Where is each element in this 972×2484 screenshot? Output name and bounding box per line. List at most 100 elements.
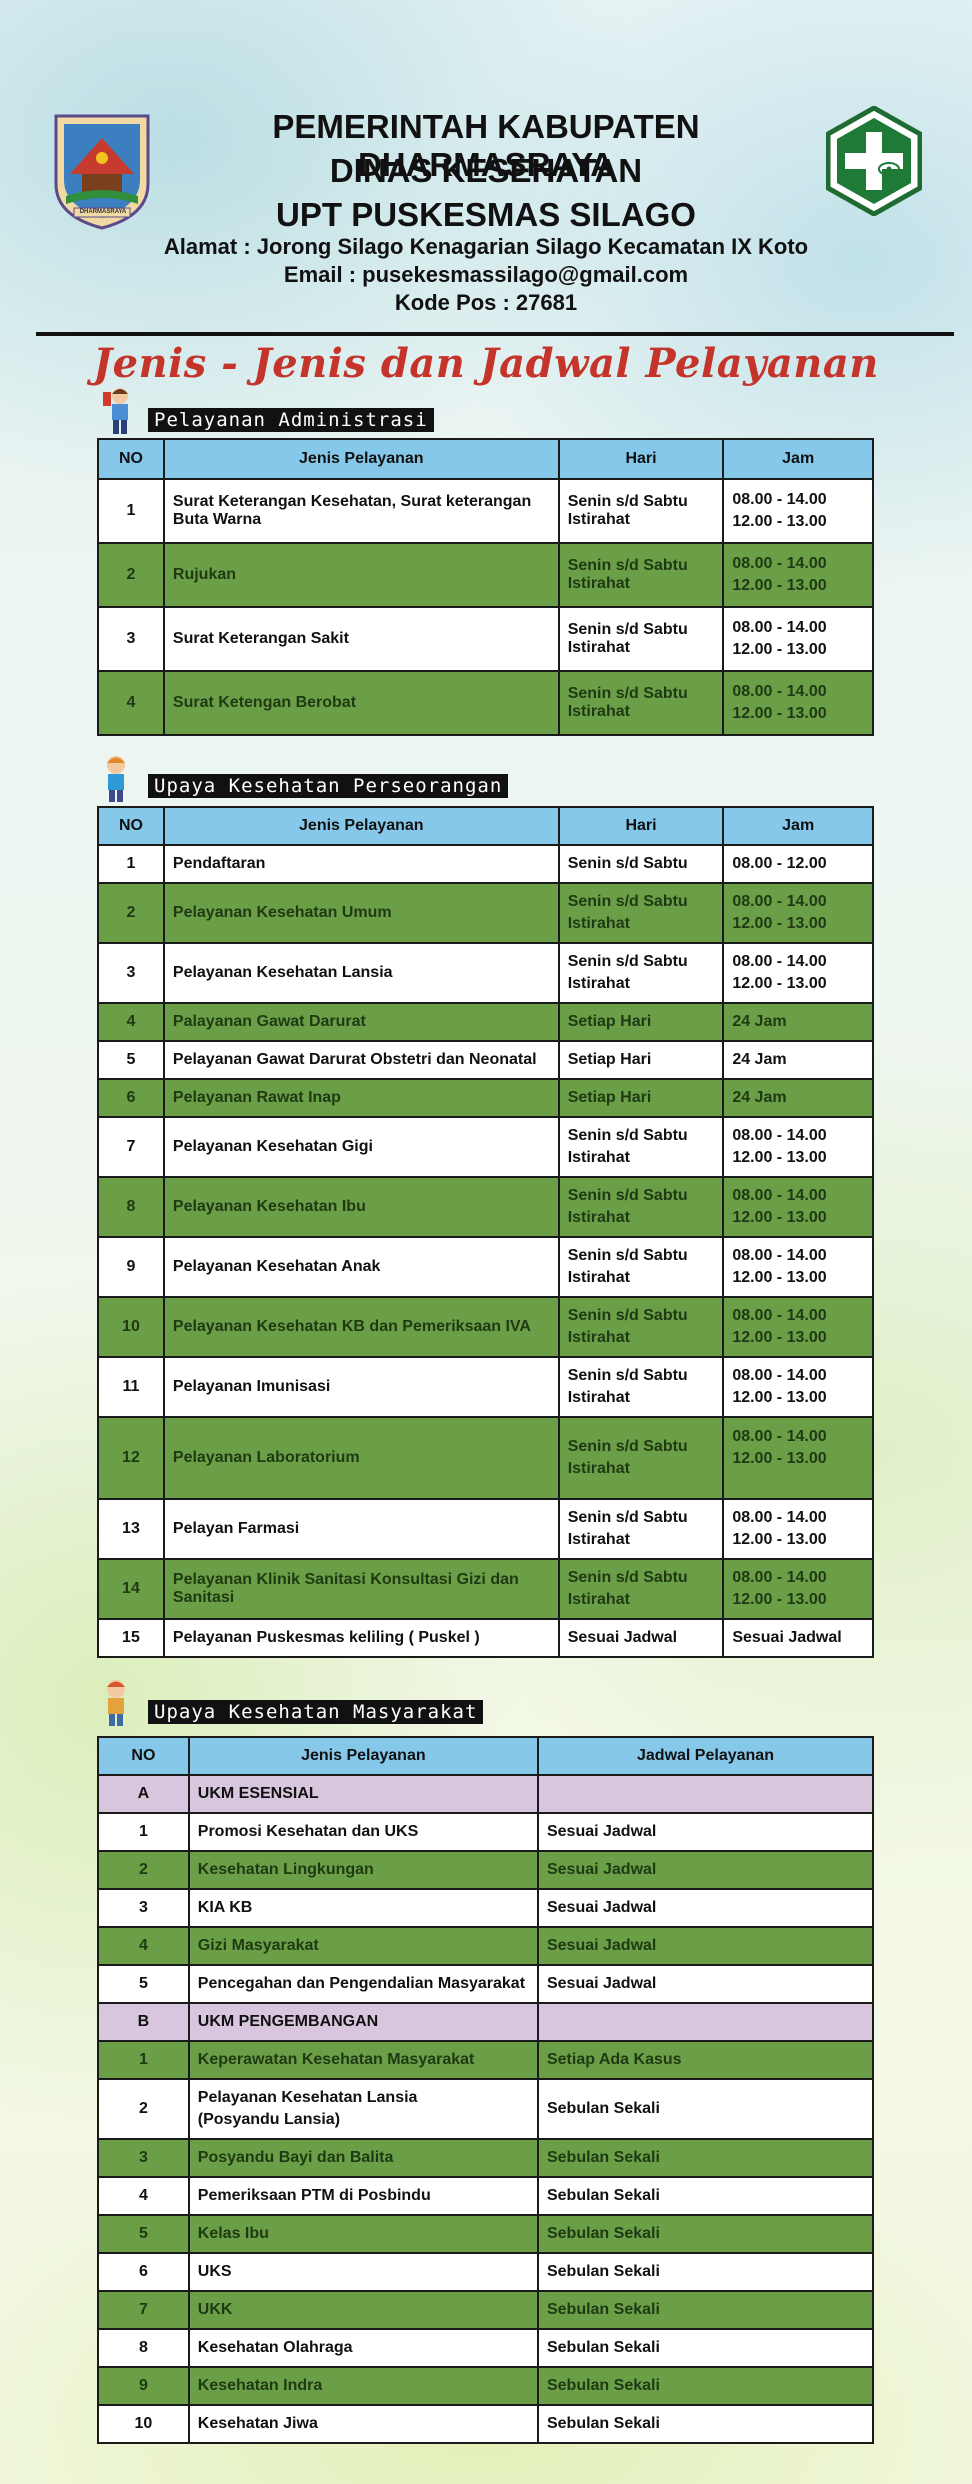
jam-break: 12.00 - 13.00	[732, 705, 827, 722]
row-jenis: Pelayanan Imunisasi	[162, 1356, 560, 1418]
hari-days: Setiap Hari	[567, 1089, 652, 1106]
hari-days: Senin s/d Sabtu	[567, 1247, 688, 1264]
jam-open: 08.00 - 14.00	[732, 1428, 827, 1445]
row-no: 5	[97, 1964, 190, 2004]
row-no: 9	[97, 2366, 190, 2406]
row-jenis: Surat Keterangan Kesehatan, Surat ketera…	[162, 478, 560, 544]
hari-break: Istirahat	[567, 975, 630, 992]
jam-break: 12.00 - 13.00	[732, 641, 827, 658]
table-row: 10 Kesehatan Jiwa Sebulan Sekali	[97, 2404, 875, 2444]
logo-text: DHARMASRAYA	[79, 209, 127, 215]
jam-break: 12.00 - 13.00	[732, 1329, 827, 1346]
row-no: 13	[97, 1498, 165, 1560]
hari-days: Setiap Hari	[567, 1051, 652, 1068]
table-administrasi: NO Jenis Pelayanan Hari Jam 1 Surat Kete…	[97, 438, 874, 736]
hari-break: Istirahat	[567, 1531, 630, 1548]
jam-open: 08.00 - 14.00	[732, 1127, 827, 1144]
jam-open: 08.00 - 14.00	[732, 491, 827, 508]
jam-break: 12.00 - 13.00	[732, 915, 827, 932]
row-jenis: Pelayanan Kesehatan KB dan Pemeriksaan I…	[162, 1296, 560, 1358]
table-row: 3 Pelayanan Kesehatan Lansia Senin s/d S…	[97, 942, 874, 1004]
row-jam: Sesuai Jadwal	[722, 1618, 874, 1658]
table-row: 10 Pelayanan Kesehatan KB dan Pemeriksaa…	[97, 1296, 874, 1358]
row-jenis: Kesehatan Lingkungan	[187, 1850, 539, 1890]
row-no: B	[97, 2002, 190, 2042]
row-jenis: Palayanan Gawat Darurat	[162, 1002, 560, 1042]
hari-days: Setiap Hari	[567, 1013, 652, 1030]
col-header-jadwal: Jadwal Pelayanan	[536, 1736, 875, 1776]
row-hari: Setiap Hari	[557, 1078, 725, 1118]
row-jenis: Pencegahan dan Pengendalian Masyarakat	[187, 1964, 539, 2004]
jam-break: 12.00 - 13.00	[732, 1269, 827, 1286]
col-header-no: NO	[97, 438, 165, 480]
table-row: 4 Pemeriksaan PTM di Posbindu Sebulan Se…	[97, 2176, 875, 2216]
hari-break: Istirahat	[567, 915, 630, 932]
table-row: A UKM ESENSIAL	[97, 1774, 875, 1814]
row-no: 10	[97, 2404, 190, 2444]
hari-break: Istirahat	[567, 1269, 630, 1286]
hari-days: Senin s/d Sabtu	[567, 1509, 688, 1526]
hari-break: Istirahat	[567, 1389, 630, 1406]
jam-open: 08.00 - 14.00	[732, 683, 827, 700]
row-no: 1	[97, 478, 165, 544]
header-agency: DINAS KESEHATAN	[329, 152, 643, 189]
table-row: 1 Promosi Kesehatan dan UKS Sesuai Jadwa…	[97, 1812, 875, 1852]
row-jam: 08.00 - 14.00 12.00 - 13.00	[722, 1116, 874, 1178]
row-jenis: Pelayanan Laboratorium	[162, 1416, 560, 1500]
col-header-jenis: Jenis Pelayanan	[162, 806, 560, 846]
table-row: 1 Pendaftaran Senin s/d Sabtu 08.00 - 12…	[97, 844, 874, 884]
table-row: B UKM PENGEMBANGAN	[97, 2002, 875, 2042]
row-jenis: UKK	[187, 2290, 539, 2330]
jam-open: 08.00 - 14.00	[732, 1247, 827, 1264]
row-jenis: Pemeriksaan PTM di Posbindu	[187, 2176, 539, 2216]
row-no: 5	[97, 2214, 190, 2254]
row-jadwal	[536, 1774, 875, 1814]
table-row: 4 Surat Ketengan Berobat Senin s/d Sabtu…	[97, 670, 874, 736]
row-hari: Senin s/d Sabtu Istirahat	[557, 606, 725, 672]
row-no: 8	[97, 2328, 190, 2368]
row-jadwal: Sebulan Sekali	[536, 2404, 875, 2444]
row-jadwal: Sebulan Sekali	[536, 2290, 875, 2330]
table-masyarakat: NO Jenis Pelayanan Jadwal Pelayanan A UK…	[97, 1736, 875, 2444]
table-header-row: NO Jenis Pelayanan Hari Jam	[97, 806, 874, 846]
section-label-administrasi: Pelayanan Administrasi	[148, 408, 434, 432]
row-jam: 08.00 - 14.00 12.00 - 13.00	[722, 1356, 874, 1418]
row-no: 6	[97, 2252, 190, 2292]
row-no: 12	[97, 1416, 165, 1500]
row-jam: 08.00 - 14.00 12.00 - 13.00	[722, 1236, 874, 1298]
row-jenis: Pelayanan Kesehatan Anak	[162, 1236, 560, 1298]
row-jam: 08.00 - 14.00 12.00 - 13.00	[722, 606, 874, 672]
table-row: 13 Pelayan Farmasi Senin s/d Sabtu Istira…	[97, 1498, 874, 1560]
table-row: 9 Pelayanan Kesehatan Anak Senin s/d Sab…	[97, 1236, 874, 1298]
row-hari: Senin s/d Sabtu Istirahat	[557, 1558, 725, 1620]
row-jam: 08.00 - 14.00 12.00 - 13.00	[722, 942, 874, 1004]
table-row: 2 Kesehatan Lingkungan Sesuai Jadwal	[97, 1850, 875, 1890]
hari-break: Istirahat	[567, 1591, 630, 1608]
row-no: 3	[97, 2138, 190, 2178]
jam-break: 12.00 - 13.00	[732, 1591, 827, 1608]
row-jam: 24 Jam	[722, 1040, 874, 1080]
row-no: 1	[97, 2040, 190, 2080]
row-hari: Senin s/d Sabtu Istirahat	[557, 1416, 725, 1500]
row-no: 11	[97, 1356, 165, 1418]
hari-break: Istirahat	[567, 1460, 630, 1477]
row-jadwal: Sesuai Jadwal	[536, 1850, 875, 1890]
row-jadwal: Sebulan Sekali	[536, 2138, 875, 2178]
table-row: 5 Pelayanan Gawat Darurat Obstetri dan N…	[97, 1040, 874, 1080]
header-divider	[36, 332, 954, 336]
row-jenis: UKS	[187, 2252, 539, 2292]
row-jenis: Promosi Kesehatan dan UKS	[187, 1812, 539, 1852]
row-jenis: Pelayanan Rawat Inap	[162, 1078, 560, 1118]
dharmasraya-emblem-icon: DHARMASRAYA	[52, 112, 152, 230]
row-jenis: Pelayanan Puskesmas keliling ( Puskel )	[162, 1618, 560, 1658]
section-label-perseorangan: Upaya Kesehatan Perseorangan	[148, 774, 509, 798]
row-hari: Senin s/d Sabtu Istirahat	[557, 670, 725, 736]
child-cartoon-icon	[98, 1678, 134, 1728]
table-row: 5 Kelas Ibu Sebulan Sekali	[97, 2214, 875, 2254]
row-jenis: Kelas Ibu	[187, 2214, 539, 2254]
table-row: 12 Pelayanan Laboratorium Senin s/d Sabt…	[97, 1416, 874, 1500]
jam-break: 12.00 - 13.00	[732, 1389, 827, 1406]
jam-break: 12.00 - 13.00	[732, 513, 827, 530]
table-row: 7 Pelayanan Kesehatan Gigi Senin s/d Sab…	[97, 1116, 874, 1178]
row-jam: 08.00 - 14.00 12.00 - 13.00	[722, 542, 874, 608]
